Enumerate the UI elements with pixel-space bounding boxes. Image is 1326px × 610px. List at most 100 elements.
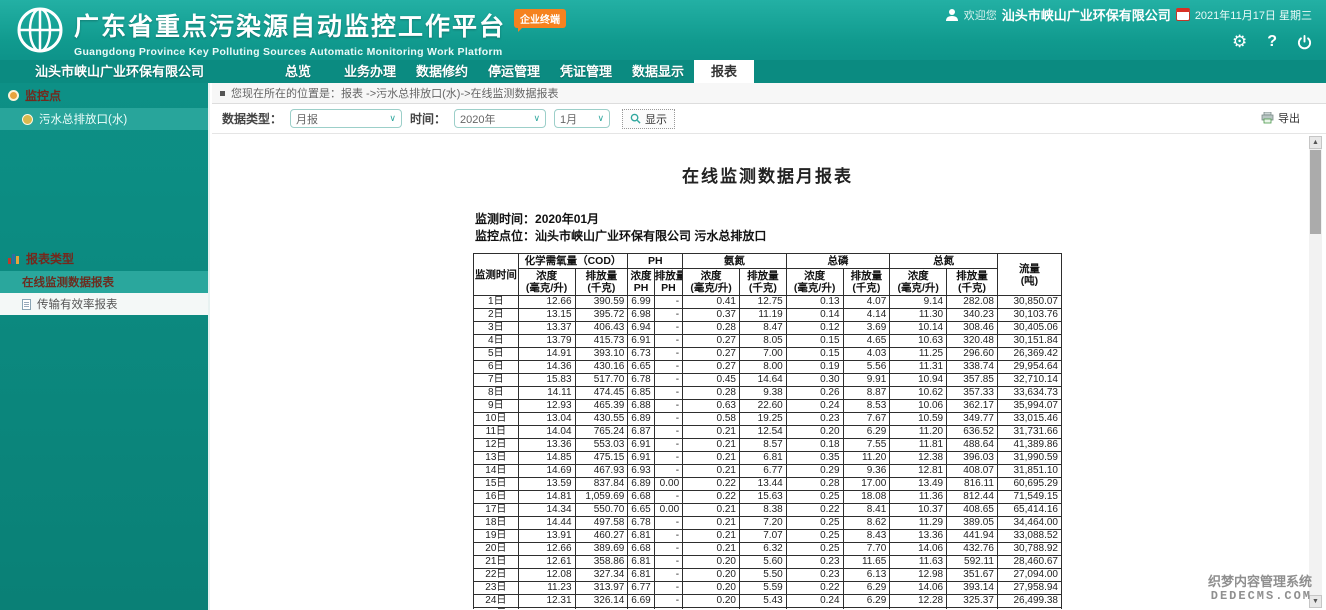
table-cell: 6.81 xyxy=(628,556,654,569)
header-company-name: 汕头市峡山广业环保有限公司 xyxy=(1002,5,1171,24)
table-cell: 7.55 xyxy=(843,439,890,452)
table-cell: 0.22 xyxy=(786,504,843,517)
table-cell: 636.52 xyxy=(947,426,998,439)
table-cell: 10.63 xyxy=(890,335,947,348)
table-cell: 8.41 xyxy=(843,504,890,517)
sidebar-section-monitoring-points: 监控点 xyxy=(0,83,208,108)
table-cell: 6.93 xyxy=(628,465,654,478)
printer-icon xyxy=(1261,112,1274,124)
vertical-scrollbar[interactable]: ▲ ▼ xyxy=(1309,136,1322,608)
show-button-label: 显示 xyxy=(645,111,667,127)
table-subheader-cell: 排放量(千克) xyxy=(575,269,628,296)
table-cell: 0.20 xyxy=(786,426,843,439)
table-cell: 550.70 xyxy=(575,504,628,517)
table-cell: 6.77 xyxy=(628,582,654,595)
table-cell: 4.65 xyxy=(843,335,890,348)
sidebar-item-sewage-outlet[interactable]: 污水总排放口(水) xyxy=(0,108,208,130)
tab-shutdown-mgmt[interactable]: 停运管理 xyxy=(478,60,550,83)
monitor-time-label: 监测时间： xyxy=(475,212,535,226)
header-line: 浓度 xyxy=(787,270,843,282)
table-cell: 6.69 xyxy=(628,595,654,608)
table-cell: - xyxy=(654,543,682,556)
export-button[interactable]: 导出 xyxy=(1261,110,1300,126)
report-title: 在线监测数据月报表 xyxy=(473,162,1062,187)
tab-business[interactable]: 业务办理 xyxy=(334,60,406,83)
sidebar-item-transmission-efficiency-report[interactable]: 传输有效率报表 xyxy=(0,293,208,315)
table-cell: 765.24 xyxy=(575,426,628,439)
table-cell: 7.20 xyxy=(740,517,787,530)
month-select[interactable]: 1月 ∨ xyxy=(554,109,610,128)
table-cell: 5.43 xyxy=(740,595,787,608)
table-cell: 27,094.00 xyxy=(997,569,1061,582)
table-cell: 0.26 xyxy=(786,387,843,400)
table-cell: 0.21 xyxy=(683,452,740,465)
table-cell: 13.36 xyxy=(890,530,947,543)
table-cell: 816.11 xyxy=(947,478,998,491)
year-select[interactable]: 2020年 ∨ xyxy=(454,109,546,128)
table-cell: 0.22 xyxy=(683,491,740,504)
table-cell: 13.50 xyxy=(518,608,575,610)
table-cell: 351.67 xyxy=(947,569,998,582)
table-cell: 0.21 xyxy=(683,543,740,556)
settings-gear-icon[interactable]: ⚙ xyxy=(1232,33,1247,51)
table-header-cell: PH xyxy=(628,254,683,269)
table-cell: 0.24 xyxy=(786,595,843,608)
table-cell: 430.16 xyxy=(575,361,628,374)
table-cell: 0.45 xyxy=(683,374,740,387)
table-cell: 14.64 xyxy=(740,374,787,387)
export-button-label: 导出 xyxy=(1278,110,1300,126)
table-cell: 6.65 xyxy=(628,608,654,610)
table-cell: - xyxy=(654,296,682,309)
table-row: 19日13.91460.276.81-0.217.070.258.4313.36… xyxy=(474,530,1062,543)
table-cell: 0.41 xyxy=(683,296,740,309)
report-meta: 监测时间：2020年01月 监控点位：汕头市峡山广业环保有限公司 污水总排放口 xyxy=(475,211,1326,245)
table-cell: 6.89 xyxy=(628,413,654,426)
table-cell: 24日 xyxy=(474,595,519,608)
table-subheader-cell: 排放量(千克) xyxy=(740,269,787,296)
table-cell: 71,549.15 xyxy=(997,491,1061,504)
table-cell: 0.37 xyxy=(683,309,740,322)
sidebar-item-online-monitoring-report[interactable]: 在线监测数据报表 xyxy=(0,271,208,293)
header-line: 排放量 xyxy=(576,270,628,282)
scrollbar-thumb[interactable] xyxy=(1310,150,1321,234)
table-subheader-row: 浓度(毫克/升)排放量(千克)浓度PH排放量PH浓度(毫克/升)排放量(千克)浓… xyxy=(474,269,1062,296)
table-cell: - xyxy=(654,465,682,478)
table-cell: 6.68 xyxy=(628,543,654,556)
header-line: (毫克/升) xyxy=(683,282,739,294)
monitor-time-line: 监测时间：2020年01月 xyxy=(475,211,1326,228)
table-cell: 0.21 xyxy=(683,530,740,543)
tab-reports[interactable]: 报表 xyxy=(694,60,754,83)
show-button[interactable]: 显示 xyxy=(622,109,675,129)
tab-data-revision[interactable]: 数据修约 xyxy=(406,60,478,83)
table-cell: 9日 xyxy=(474,400,519,413)
scroll-up-icon[interactable]: ▲ xyxy=(1309,136,1322,149)
table-cell: 16日 xyxy=(474,491,519,504)
table-cell: 6.78 xyxy=(628,517,654,530)
table-cell: 0.20 xyxy=(683,582,740,595)
table-cell: 8日 xyxy=(474,387,519,400)
table-cell: 18.08 xyxy=(843,491,890,504)
table-cell: 6.65 xyxy=(628,504,654,517)
table-cell: 12.93 xyxy=(518,400,575,413)
table-cell: 12.61 xyxy=(518,556,575,569)
help-icon[interactable]: ? xyxy=(1267,33,1277,51)
table-cell: 475.15 xyxy=(575,452,628,465)
table-cell: 327.34 xyxy=(575,569,628,582)
app-root: 广东省重点污染源自动监控工作平台企业终端 Guangdong Province … xyxy=(0,0,1326,610)
table-cell: 0.15 xyxy=(786,348,843,361)
table-cell: 10.62 xyxy=(890,387,947,400)
tab-data-display[interactable]: 数据显示 xyxy=(622,60,694,83)
tab-overview[interactable]: 总览 xyxy=(262,60,334,83)
table-cell: 812.44 xyxy=(947,491,998,504)
table-cell: 0.63 xyxy=(683,400,740,413)
tab-certificate-mgmt[interactable]: 凭证管理 xyxy=(550,60,622,83)
table-cell: 65,414.16 xyxy=(997,504,1061,517)
table-cell: 5.06 xyxy=(740,608,787,610)
table-row: 5日14.91393.106.73-0.277.000.154.0311.252… xyxy=(474,348,1062,361)
logout-power-icon[interactable] xyxy=(1297,35,1312,50)
title-block: 广东省重点污染源自动监控工作平台企业终端 Guangdong Province … xyxy=(74,7,566,58)
header-date: 2021年11月17日 星期三 xyxy=(1195,7,1312,23)
data-type-select[interactable]: 月报 ∨ xyxy=(290,109,402,128)
table-cell: 12.38 xyxy=(890,452,947,465)
table-cell: 15.63 xyxy=(740,491,787,504)
